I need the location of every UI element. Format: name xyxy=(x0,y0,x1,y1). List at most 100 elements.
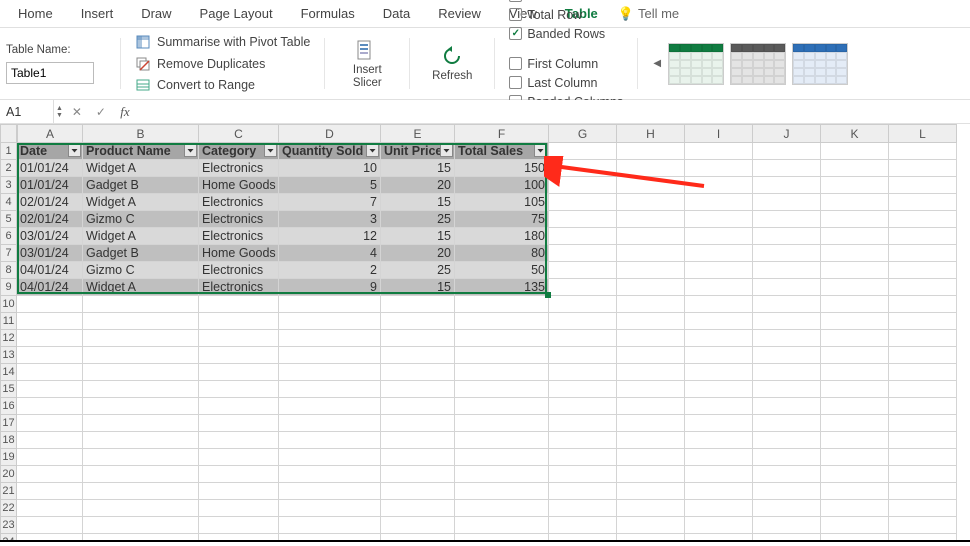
tell-me[interactable]: 💡Tell me xyxy=(618,6,679,22)
cell-G7[interactable] xyxy=(549,245,617,262)
col-header-H[interactable]: H xyxy=(617,124,685,143)
cell-A2[interactable]: 01/01/24 xyxy=(17,160,83,177)
cell-F19[interactable] xyxy=(455,449,549,466)
cell-K15[interactable] xyxy=(821,381,889,398)
cell-E17[interactable] xyxy=(381,415,455,432)
cell-D14[interactable] xyxy=(279,364,381,381)
cell-L7[interactable] xyxy=(889,245,957,262)
cell-K4[interactable] xyxy=(821,194,889,211)
cell-L12[interactable] xyxy=(889,330,957,347)
cell-I19[interactable] xyxy=(685,449,753,466)
cell-D21[interactable] xyxy=(279,483,381,500)
cell-H14[interactable] xyxy=(617,364,685,381)
cell-A20[interactable] xyxy=(17,466,83,483)
cell-D15[interactable] xyxy=(279,381,381,398)
cell-G3[interactable] xyxy=(549,177,617,194)
cell-B15[interactable] xyxy=(83,381,199,398)
row-header-3[interactable]: 3 xyxy=(0,177,17,194)
cell-J22[interactable] xyxy=(753,500,821,517)
cell-L9[interactable] xyxy=(889,279,957,296)
cell-J3[interactable] xyxy=(753,177,821,194)
cell-D16[interactable] xyxy=(279,398,381,415)
cell-E19[interactable] xyxy=(381,449,455,466)
cell-L6[interactable] xyxy=(889,228,957,245)
col-header-C[interactable]: C xyxy=(199,124,279,143)
cell-C4[interactable]: Electronics xyxy=(199,194,279,211)
cell-E24[interactable] xyxy=(381,534,455,542)
cell-L17[interactable] xyxy=(889,415,957,432)
cell-K5[interactable] xyxy=(821,211,889,228)
cell-K21[interactable] xyxy=(821,483,889,500)
cell-J9[interactable] xyxy=(753,279,821,296)
row-header-5[interactable]: 5 xyxy=(0,211,17,228)
cell-H9[interactable] xyxy=(617,279,685,296)
cell-F22[interactable] xyxy=(455,500,549,517)
col-header-K[interactable]: K xyxy=(821,124,889,143)
cell-A12[interactable] xyxy=(17,330,83,347)
cell-E7[interactable]: 20 xyxy=(381,245,455,262)
cell-I13[interactable] xyxy=(685,347,753,364)
cell-K13[interactable] xyxy=(821,347,889,364)
cell-D12[interactable] xyxy=(279,330,381,347)
cancel-formula-icon[interactable]: ✕ xyxy=(65,100,89,123)
cell-E4[interactable]: 15 xyxy=(381,194,455,211)
row-header-8[interactable]: 8 xyxy=(0,262,17,279)
cell-H24[interactable] xyxy=(617,534,685,542)
cell-C14[interactable] xyxy=(199,364,279,381)
cell-A21[interactable] xyxy=(17,483,83,500)
cell-G15[interactable] xyxy=(549,381,617,398)
cell-I3[interactable] xyxy=(685,177,753,194)
cell-G6[interactable] xyxy=(549,228,617,245)
cell-G2[interactable] xyxy=(549,160,617,177)
cell-H15[interactable] xyxy=(617,381,685,398)
cell-I12[interactable] xyxy=(685,330,753,347)
cell-K7[interactable] xyxy=(821,245,889,262)
row-header-18[interactable]: 18 xyxy=(0,432,17,449)
cell-F18[interactable] xyxy=(455,432,549,449)
cell-B17[interactable] xyxy=(83,415,199,432)
cell-H23[interactable] xyxy=(617,517,685,534)
row-header-13[interactable]: 13 xyxy=(0,347,17,364)
cell-J24[interactable] xyxy=(753,534,821,542)
checkbox-banded-rows[interactable]: ✓Banded Rows xyxy=(509,27,623,41)
cell-E6[interactable]: 15 xyxy=(381,228,455,245)
cell-F12[interactable] xyxy=(455,330,549,347)
cell-G18[interactable] xyxy=(549,432,617,449)
cell-L23[interactable] xyxy=(889,517,957,534)
cell-A10[interactable] xyxy=(17,296,83,313)
checkbox-first-column[interactable]: First Column xyxy=(509,57,623,71)
cell-J17[interactable] xyxy=(753,415,821,432)
table-style-green[interactable] xyxy=(668,43,724,85)
cell-H3[interactable] xyxy=(617,177,685,194)
cell-G11[interactable] xyxy=(549,313,617,330)
cell-A19[interactable] xyxy=(17,449,83,466)
cell-B13[interactable] xyxy=(83,347,199,364)
cell-A18[interactable] xyxy=(17,432,83,449)
cell-K24[interactable] xyxy=(821,534,889,542)
cell-B5[interactable]: Gizmo C xyxy=(83,211,199,228)
cell-A6[interactable]: 03/01/24 xyxy=(17,228,83,245)
cell-F2[interactable]: 150 xyxy=(455,160,549,177)
col-header-I[interactable]: I xyxy=(685,124,753,143)
cell-K16[interactable] xyxy=(821,398,889,415)
cell-D4[interactable]: 7 xyxy=(279,194,381,211)
cell-B21[interactable] xyxy=(83,483,199,500)
cell-A24[interactable] xyxy=(17,534,83,542)
cell-E23[interactable] xyxy=(381,517,455,534)
cell-K22[interactable] xyxy=(821,500,889,517)
refresh-button[interactable]: Refresh xyxy=(424,32,480,95)
cell-I21[interactable] xyxy=(685,483,753,500)
cell-L15[interactable] xyxy=(889,381,957,398)
cell-F16[interactable] xyxy=(455,398,549,415)
cell-J12[interactable] xyxy=(753,330,821,347)
cell-I11[interactable] xyxy=(685,313,753,330)
row-header-24[interactable]: 24 xyxy=(0,534,17,542)
cell-J5[interactable] xyxy=(753,211,821,228)
cell-E12[interactable] xyxy=(381,330,455,347)
table-name-input[interactable] xyxy=(6,62,94,84)
col-header-D[interactable]: D xyxy=(279,124,381,143)
cell-H21[interactable] xyxy=(617,483,685,500)
cell-I8[interactable] xyxy=(685,262,753,279)
formula-input[interactable] xyxy=(137,100,970,123)
worksheet[interactable]: ABCDEFGHIJKL 1DateProduct NameCategoryQu… xyxy=(0,124,970,542)
